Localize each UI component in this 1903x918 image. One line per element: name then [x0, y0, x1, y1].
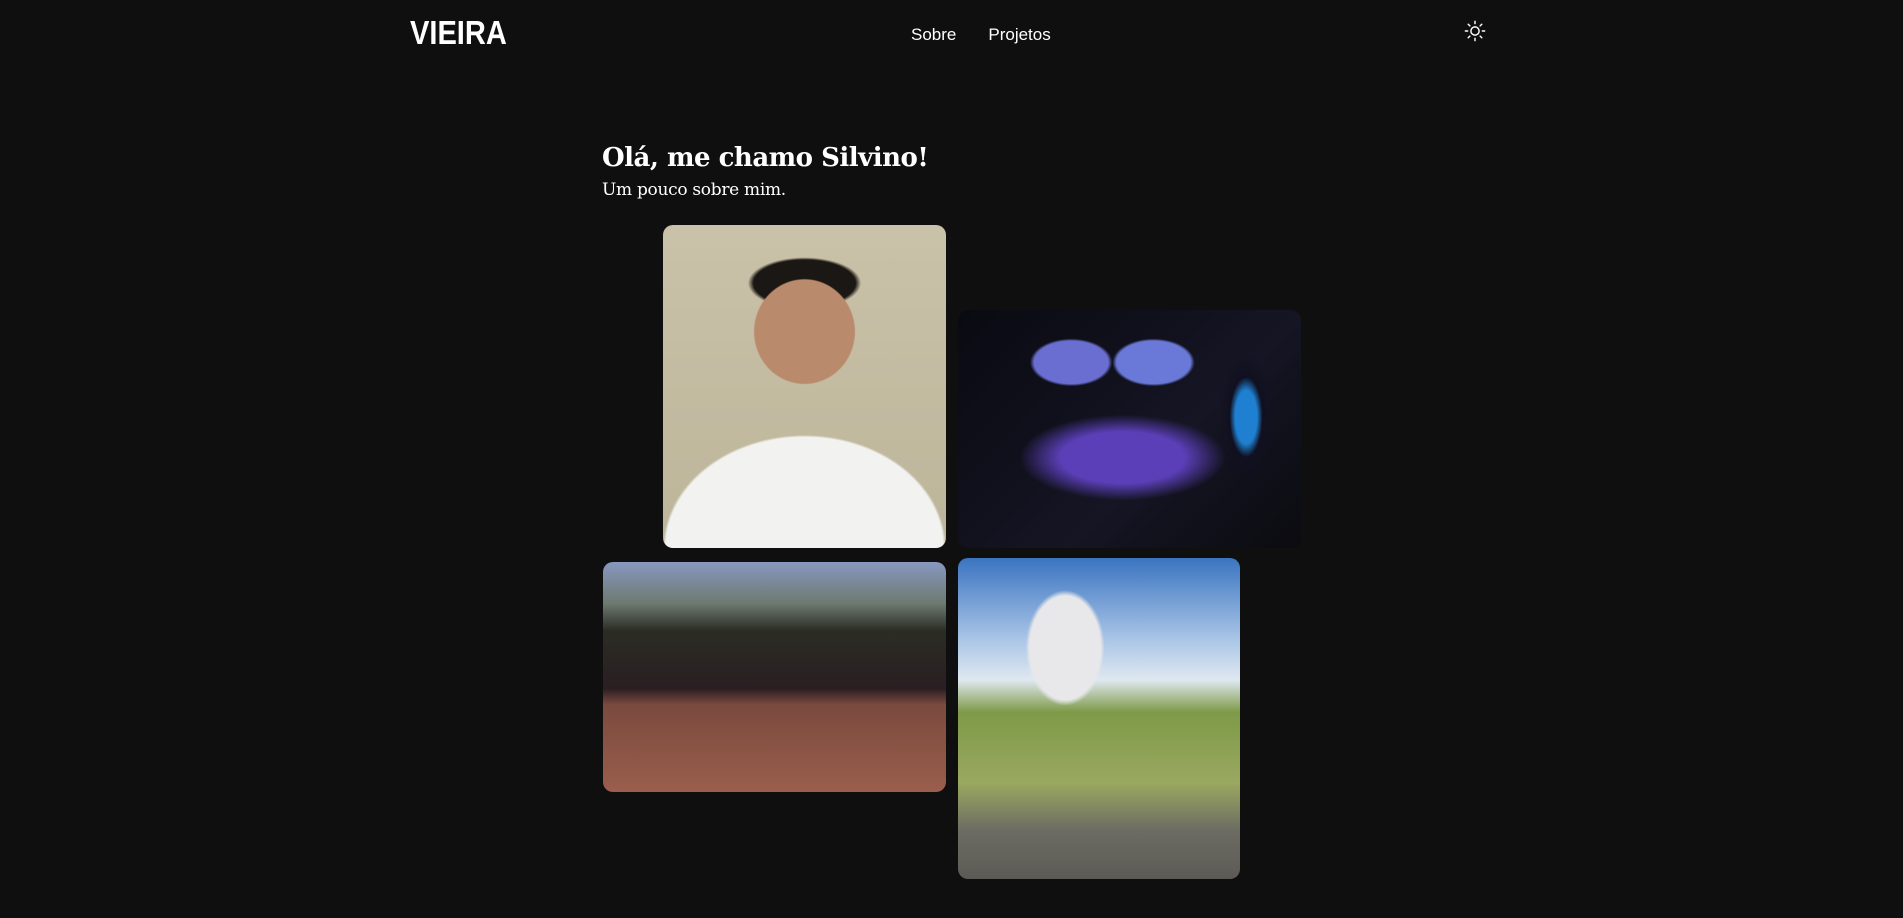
- sun-icon: [1464, 20, 1486, 42]
- theme-toggle-button[interactable]: [1464, 20, 1486, 42]
- nav-link-sobre[interactable]: Sobre: [911, 25, 956, 45]
- nav-link-projetos[interactable]: Projetos: [988, 25, 1050, 45]
- desk-setup-photo: [958, 310, 1301, 548]
- military-march-photo: [603, 562, 946, 792]
- main-nav: Sobre Projetos: [911, 25, 1051, 45]
- page-subtitle: Um pouco sobre mim.: [602, 180, 786, 200]
- portrait-photo: [663, 225, 946, 548]
- site-logo[interactable]: VIEIRA: [410, 14, 507, 52]
- page-title: Olá, me chamo Silvino!: [602, 143, 929, 173]
- buddha-statue-photo: [958, 558, 1240, 879]
